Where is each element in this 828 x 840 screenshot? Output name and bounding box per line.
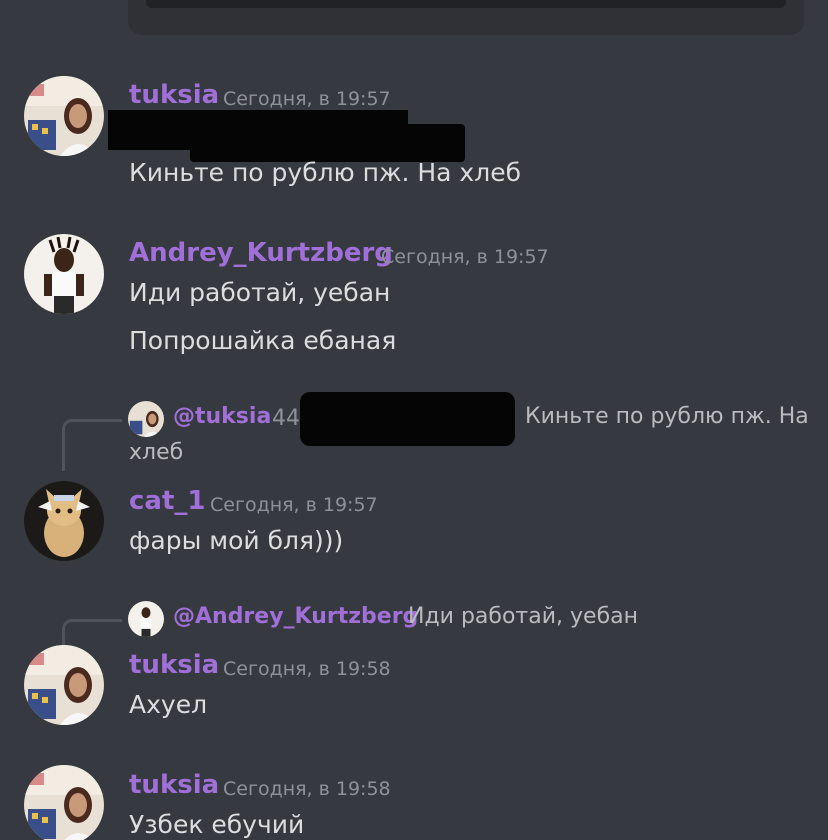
avatar-tuksia[interactable]: [24, 645, 104, 725]
censor-bar: [300, 392, 515, 446]
username-tuksia[interactable]: tuksia: [129, 770, 219, 800]
reply-preview-text[interactable]: хлеб: [129, 440, 183, 465]
reply-avatar-tuksia[interactable]: [128, 401, 164, 437]
avatar-tuksia[interactable]: [24, 76, 104, 156]
message-text: фары мой бля))): [129, 526, 344, 555]
message-timestamp: Сегодня, в 19:58: [223, 778, 391, 800]
reply-avatar-image: [128, 401, 164, 437]
avatar-andrey-kurtzberg[interactable]: [24, 234, 104, 314]
reply-tag-fragment: 44: [272, 406, 300, 431]
message-timestamp: Сегодня, в 19:57: [223, 88, 391, 110]
message-text: Попрошайка ебаная: [129, 326, 397, 355]
username-cat-1[interactable]: cat_1: [129, 486, 205, 516]
message-timestamp: Сегодня, в 19:57: [210, 494, 378, 516]
reply-preview-text[interactable]: Киньте по рублю пж. На: [525, 404, 809, 429]
avatar-andrey-image: [24, 234, 104, 314]
reply-avatar-image: [128, 601, 164, 637]
avatar-tuksia[interactable]: [24, 765, 104, 840]
reply-connector: [62, 419, 122, 471]
username-tuksia[interactable]: tuksia: [129, 80, 219, 110]
censor-bar: [190, 124, 465, 162]
avatar-tuksia-image: [24, 76, 104, 156]
chat-viewport: tuksia Сегодня, в 19:57 Киньте по рублю …: [0, 0, 828, 840]
previous-embed-content: [146, 0, 786, 8]
avatar-tuksia-image: [24, 645, 104, 725]
username-andrey-kurtzberg[interactable]: Andrey_Kurtzberg: [129, 238, 393, 268]
reply-preview-text[interactable]: Иди работай, уебан: [408, 604, 638, 629]
message-text: Ахуел: [129, 690, 208, 719]
avatar-cat-image: [24, 481, 104, 561]
avatar-cat-1[interactable]: [24, 481, 104, 561]
message-text: Иди работай, уебан: [129, 278, 391, 307]
username-tuksia[interactable]: tuksia: [129, 650, 219, 680]
reply-mention[interactable]: @Andrey_Kurtzberg: [173, 604, 418, 629]
reply-mention[interactable]: @tuksia: [173, 404, 271, 429]
reply-avatar-andrey[interactable]: [128, 601, 164, 637]
previous-embed: [128, 0, 804, 35]
message-timestamp: Сегодня, в 19:57: [381, 246, 549, 268]
avatar-tuksia-image: [24, 765, 104, 840]
message-text: Узбек ебучий: [129, 810, 305, 839]
message-text: Киньте по рублю пж. На хлеб: [129, 158, 522, 187]
message-timestamp: Сегодня, в 19:58: [223, 658, 391, 680]
